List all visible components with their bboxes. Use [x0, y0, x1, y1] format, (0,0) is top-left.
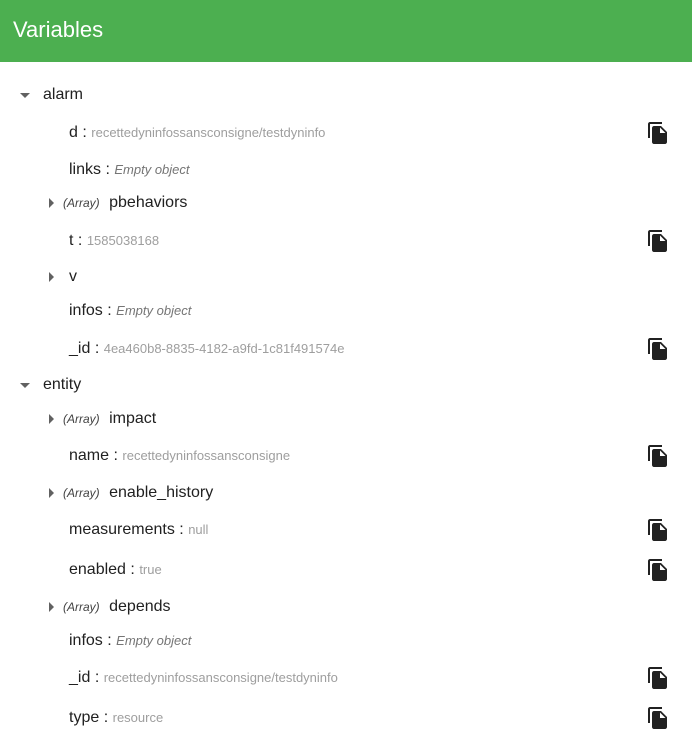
item-value: null [188, 522, 209, 537]
copy-icon[interactable] [646, 121, 670, 145]
item-key: name [69, 447, 110, 464]
item-separator: : [82, 124, 87, 141]
item-key: measurements [69, 521, 175, 538]
copy-icon[interactable] [646, 337, 670, 361]
tree-item-entity-id: _id : recettedyninfossansconsigne/testdy… [0, 660, 692, 696]
tree-item-entity-name: name : recettedyninfossansconsigne [0, 438, 692, 474]
item-key: d [69, 124, 78, 141]
page-title: Variables [13, 17, 104, 42]
array-tag: (Array) [63, 412, 100, 426]
tree-node-entity-impact[interactable]: (Array) impact [0, 401, 692, 437]
copy-icon[interactable] [646, 706, 670, 730]
tree-item-alarm-t: t : 1585038168 [0, 223, 692, 259]
copy-icon[interactable] [646, 666, 670, 690]
caret-right-icon[interactable] [49, 272, 54, 282]
caret-right-icon[interactable] [49, 198, 54, 208]
item-separator: : [113, 447, 118, 464]
copy-icon[interactable] [646, 518, 670, 542]
node-label: alarm [43, 86, 84, 103]
item-value: recettedyninfossansconsigne/testdyninfo [103, 670, 338, 685]
caret-right-icon[interactable] [49, 414, 54, 424]
tree-node-alarm-v[interactable]: v [0, 259, 692, 295]
item-value: 1585038168 [86, 233, 160, 248]
caret-down-icon[interactable] [20, 93, 30, 98]
array-tag: (Array) [63, 196, 100, 210]
tree-node-entity-enable-history[interactable]: (Array) enable_history [0, 475, 692, 511]
item-value: Empty object [116, 633, 192, 648]
item-key: links [69, 161, 102, 178]
array-tag: (Array) [63, 600, 100, 614]
node-label: depends [109, 598, 171, 615]
tree-node-entity[interactable]: entity [0, 367, 692, 403]
copy-icon[interactable] [646, 558, 670, 582]
item-separator: : [179, 521, 184, 538]
tree-item-alarm-id: _id : 4ea460b8-8835-4182-a9fd-1c81f49157… [0, 331, 692, 367]
variables-tree: alarm d : recettedyninfossansconsigne/te… [0, 62, 692, 747]
tree-item-alarm-infos: infos : Empty object [0, 293, 692, 329]
item-value: Empty object [114, 162, 190, 177]
item-separator: : [103, 709, 109, 726]
copy-icon[interactable] [646, 229, 670, 253]
node-label: pbehaviors [109, 194, 188, 211]
copy-icon[interactable] [646, 444, 670, 468]
tree-item-entity-infos: infos : Empty object [0, 623, 692, 659]
item-value: true [139, 562, 162, 577]
node-label: impact [109, 410, 157, 427]
item-key: _id [69, 340, 91, 357]
tree-item-entity-enabled: enabled : true [0, 552, 692, 588]
tree-item-entity-measurements: measurements : null [0, 512, 692, 548]
item-key: type [69, 709, 100, 726]
item-separator: : [130, 561, 135, 578]
node-label: entity [43, 376, 82, 393]
item-value: resource [112, 710, 164, 725]
tree-item-entity-type: type : resource [0, 700, 692, 736]
item-separator: : [105, 161, 110, 178]
item-key: enabled [69, 561, 126, 578]
tree-item-alarm-links: links : Empty object [0, 152, 692, 188]
item-separator: : [107, 302, 112, 319]
item-separator: : [77, 232, 83, 249]
node-label: enable_history [109, 484, 214, 501]
node-label: v [69, 268, 77, 285]
tree-node-alarm-pbehaviors[interactable]: (Array) pbehaviors [0, 185, 692, 221]
item-value: recettedyninfossansconsigne [122, 448, 291, 463]
item-value: 4ea460b8-8835-4182-a9fd-1c81f491574e [103, 341, 345, 356]
caret-down-icon[interactable] [20, 383, 30, 388]
item-separator: : [94, 340, 100, 357]
item-key: infos [69, 632, 103, 649]
caret-right-icon[interactable] [49, 602, 54, 612]
tree-node-entity-depends[interactable]: (Array) depends [0, 589, 692, 625]
item-separator: : [94, 669, 100, 686]
array-tag: (Array) [63, 486, 100, 500]
item-key: _id [69, 669, 91, 686]
item-key: t [69, 232, 74, 249]
item-key: infos [69, 302, 103, 319]
item-value: recettedyninfossansconsigne/testdyninfo [91, 125, 326, 140]
caret-right-icon[interactable] [49, 488, 54, 498]
item-value: Empty object [116, 303, 192, 318]
app-header: Variables [0, 0, 692, 62]
tree-node-alarm[interactable]: alarm [0, 77, 692, 113]
tree-item-alarm-d: d : recettedyninfossansconsigne/testdyni… [0, 115, 692, 151]
item-separator: : [107, 632, 112, 649]
